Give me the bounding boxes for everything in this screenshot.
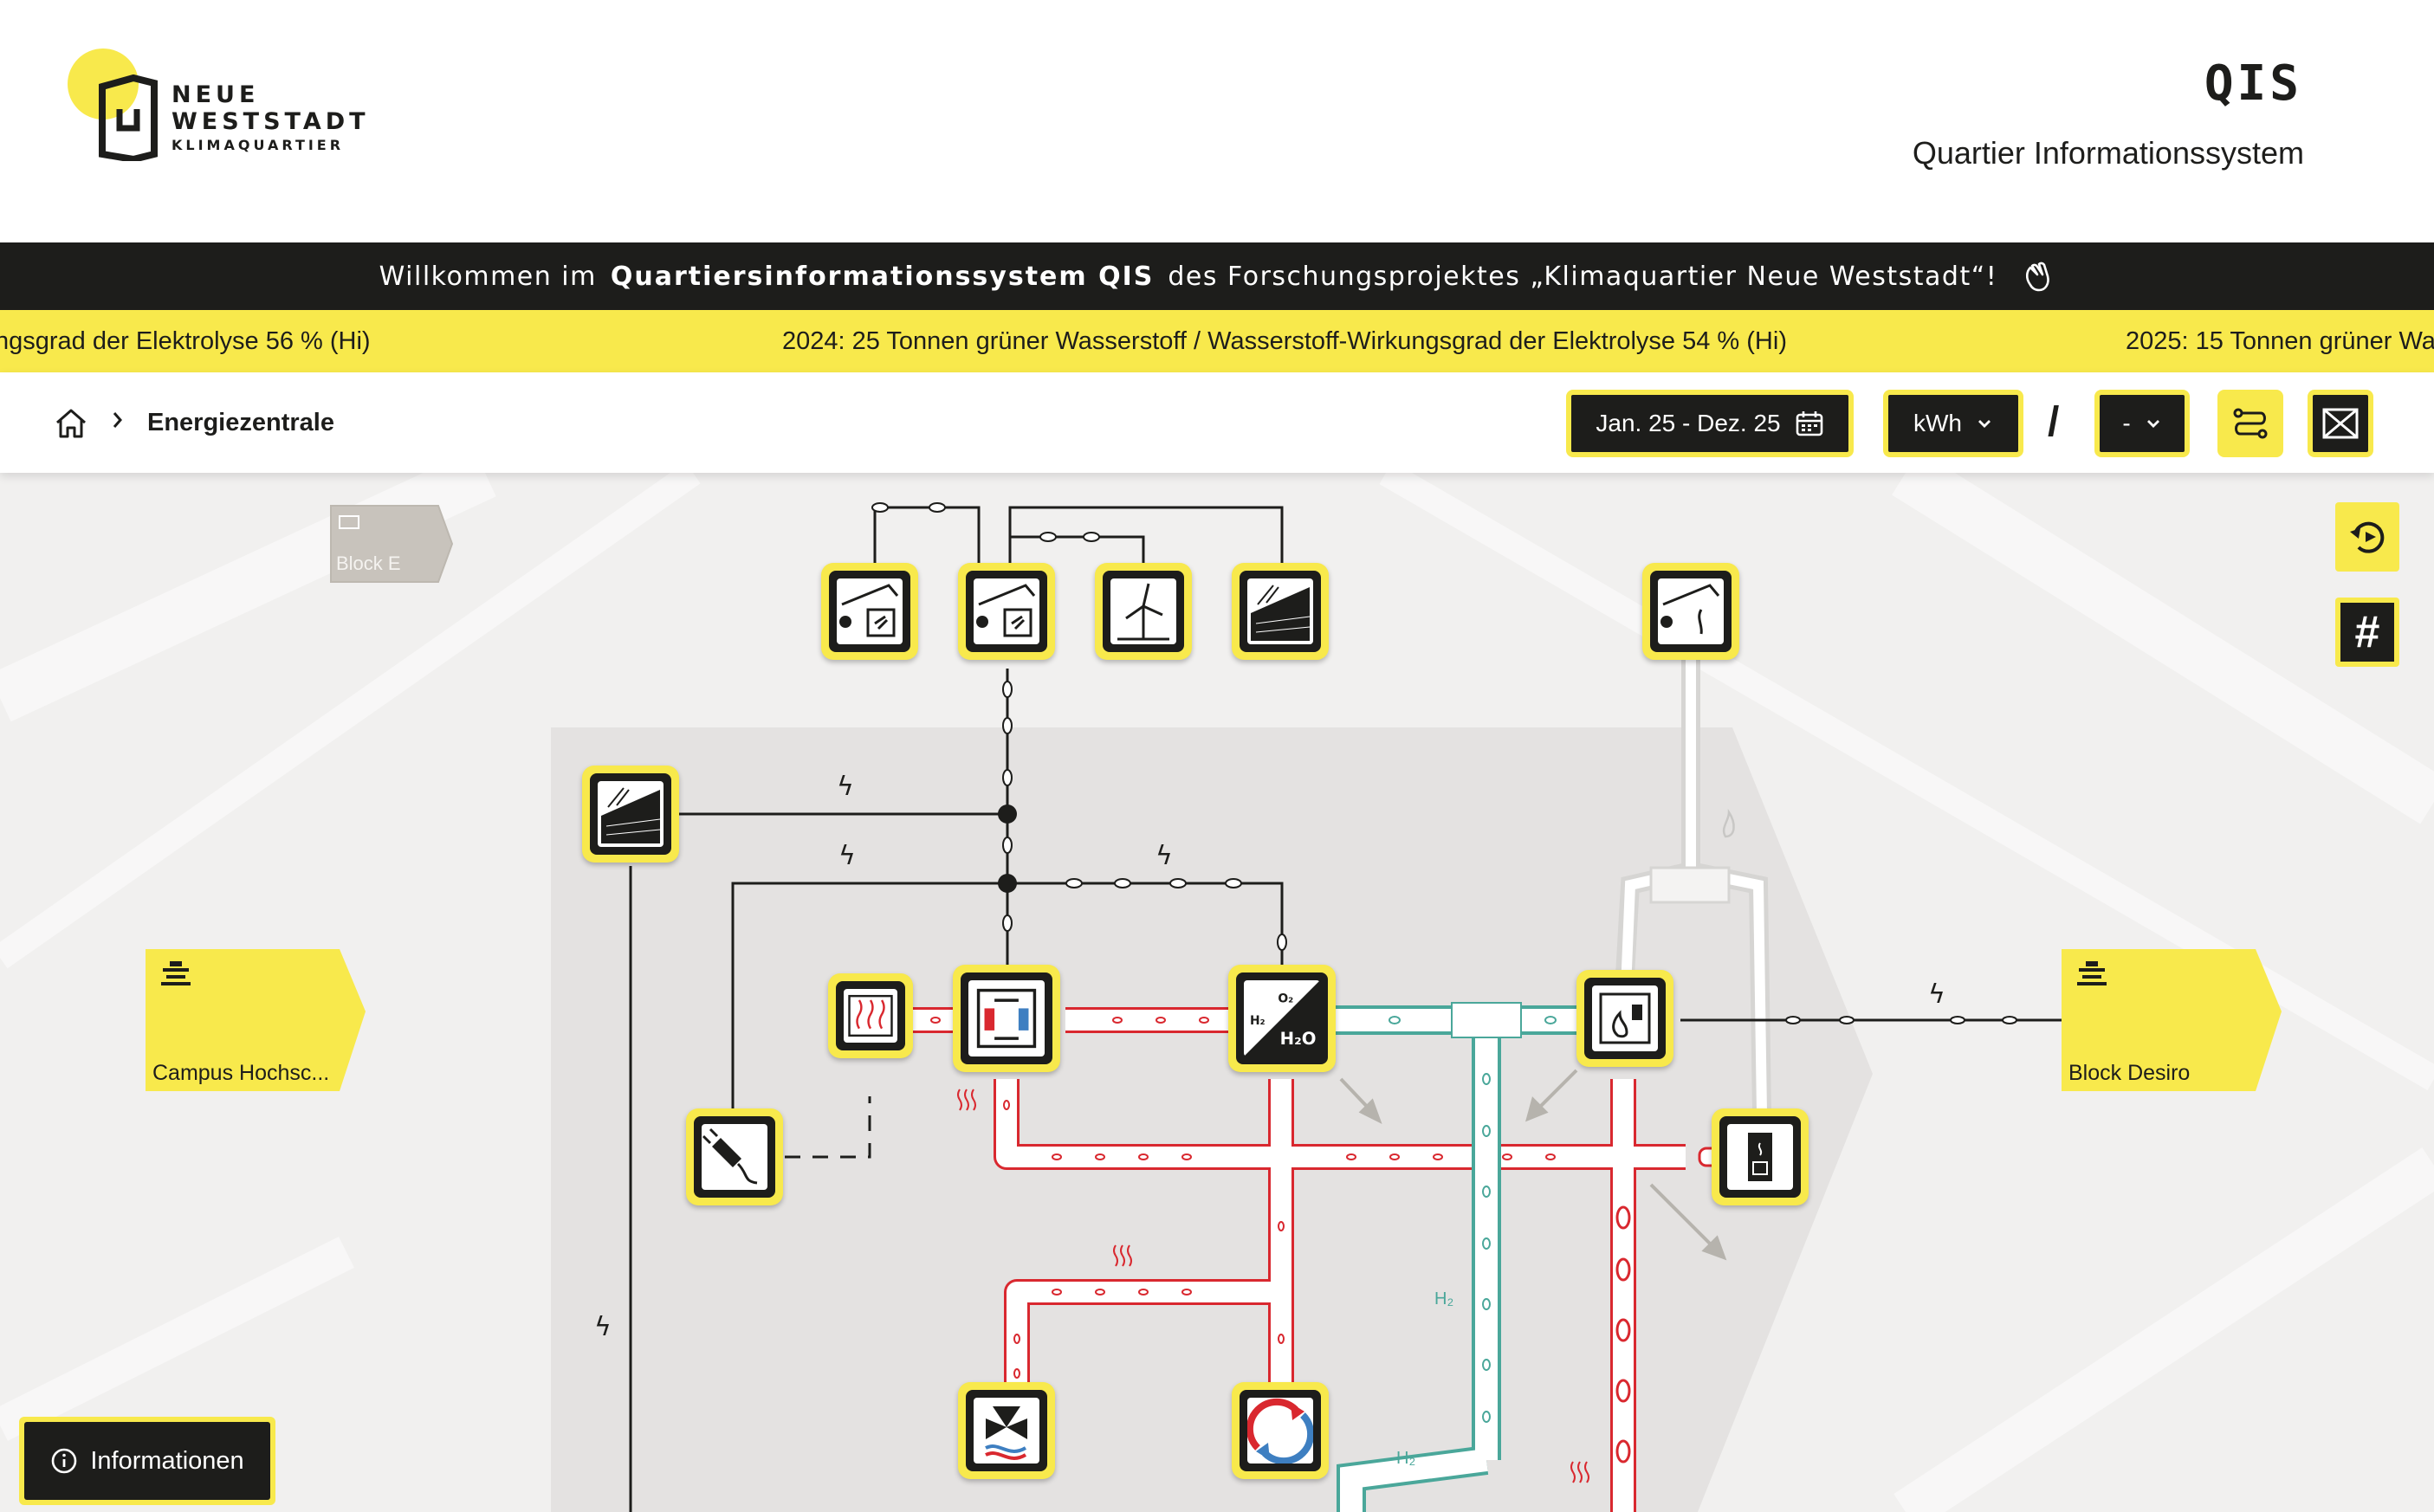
logo-wordmark: NEUE WESTSTADT KLIMAQUARTIER <box>172 81 370 156</box>
breadcrumb-current: Energiezentrale <box>147 409 334 436</box>
reset-view-button[interactable] <box>2335 502 2399 572</box>
logo-building-mark <box>99 74 158 161</box>
heat-exchange-arrows-icon <box>1247 1398 1313 1464</box>
ticker-item: 2024: 25 Tonnen grüner Wasserstoff / Was… <box>782 327 1787 355</box>
pv-charging-tile[interactable] <box>821 563 918 660</box>
svg-text:ϟ: ϟ <box>1156 841 1173 871</box>
neue-weststadt-logo[interactable]: NEUE WESTSTADT KLIMAQUARTIER <box>68 48 366 170</box>
solar-panel-tile[interactable] <box>1232 563 1329 660</box>
svg-text:H₂: H₂ <box>1250 1014 1266 1028</box>
chevron-right-icon <box>113 412 122 428</box>
hydrogen-tank-tile[interactable] <box>1712 1108 1809 1205</box>
reset-rotate-icon <box>2350 521 2385 553</box>
valve-icon <box>2322 408 2359 439</box>
route-icon <box>2233 408 2268 439</box>
svg-text:ϟ: ϟ <box>1928 979 1945 1010</box>
solar-panel-tile-2[interactable] <box>582 766 679 863</box>
solar-ev-charger-icon <box>1660 584 1720 635</box>
information-button-label: Informationen <box>90 1446 244 1475</box>
welcome-banner: Willkommen im Quartiersinformationssyste… <box>0 242 2434 310</box>
building-block-desiro[interactable]: Block Desiro <box>2060 947 2283 1095</box>
svg-text:ϟ: ϟ <box>838 841 856 871</box>
date-range-picker[interactable]: Jan. 25 - Dez. 25 <box>1566 390 1854 457</box>
solar-panel-icon <box>1251 585 1311 641</box>
pv-charging-tile-3[interactable] <box>1642 563 1739 660</box>
heat-pump-tile[interactable] <box>953 965 1060 1072</box>
wind-turbine-icon <box>1117 583 1169 641</box>
calendar-icon <box>1796 411 1822 436</box>
welcome-highlight: Quartiersinformationssystem QIS <box>610 261 1155 292</box>
solar-ev-charger-icon <box>839 584 899 637</box>
electrolyser-tile[interactable]: O₂ H₂ H₂O <box>1228 965 1336 1072</box>
welcome-suffix: des Forschungsprojektes „Klimaquartier N… <box>1168 261 1998 292</box>
building-block-e[interactable]: Block E <box>327 502 456 585</box>
svg-text:O₂: O₂ <box>1278 992 1293 1005</box>
building-label: Block E <box>336 552 401 574</box>
ticker-item: ngsgrad der Elektrolyse 56 % (Hi) <box>0 327 371 355</box>
logo-line-weststadt: WESTSTADT <box>172 108 370 135</box>
pv-charging-tile-2[interactable] <box>958 563 1055 660</box>
svg-text:ϟ: ϟ <box>837 772 854 802</box>
solar-panel-icon <box>601 787 661 843</box>
app-subtitle: Quartier Informationssystem <box>1912 135 2304 171</box>
grid-connection-tile[interactable] <box>686 1108 783 1205</box>
information-button[interactable]: Informationen <box>19 1417 275 1505</box>
ventilation-tile[interactable] <box>958 1382 1055 1479</box>
chevron-down-icon <box>1978 420 1991 428</box>
logo-line-klimaquartier: KLIMAQUARTIER <box>172 137 345 153</box>
building-label: Campus Hochsc... <box>152 1061 330 1085</box>
building-label: Block Desiro <box>2068 1061 2191 1085</box>
welcome-prefix: Willkommen im <box>379 261 597 292</box>
unit-select[interactable]: kWh <box>1883 390 2023 457</box>
secondary-unit-value: - <box>2122 410 2131 436</box>
heating-tile[interactable] <box>828 973 913 1058</box>
energy-flow-map: H₂ H₂ ϟ ϟ ϟ ϟ ϟ Block E Campus Hochsc... Blo… <box>0 473 2434 1512</box>
svg-text:H₂: H₂ <box>1396 1449 1415 1468</box>
secondary-unit-select[interactable]: - <box>2094 390 2190 457</box>
svg-text:H₂O: H₂O <box>1280 1029 1317 1049</box>
chp-tile[interactable] <box>1576 970 1673 1067</box>
date-range-label: Jan. 25 - Dez. 25 <box>1596 410 1781 436</box>
svg-text:ϟ: ϟ <box>594 1312 612 1342</box>
heat-radiator-icon <box>848 994 893 1037</box>
logo-line-neue: NEUE <box>172 81 260 108</box>
power-plug-icon <box>702 1128 758 1185</box>
info-icon <box>52 1448 77 1474</box>
chevron-down-icon <box>2146 420 2159 428</box>
waving-hand-icon <box>2026 262 2050 292</box>
hash-icon: # <box>2340 603 2394 662</box>
building-campus[interactable]: Campus Hochsc... <box>144 947 367 1095</box>
flow-view-toggle-button[interactable] <box>2217 390 2283 457</box>
heat-pump-icon <box>976 988 1037 1049</box>
fan-exchange-icon <box>985 1406 1027 1460</box>
heat-exchanger-tile[interactable] <box>1232 1382 1329 1479</box>
news-ticker: ngsgrad der Elektrolyse 56 % (Hi) 2024: … <box>0 310 2434 372</box>
chp-flame-plug-icon <box>1599 992 1651 1044</box>
solar-ev-charger-icon <box>976 584 1036 637</box>
unit-select-value: kWh <box>1913 410 1962 436</box>
home-icon[interactable] <box>54 407 88 440</box>
gas-boiler-icon <box>1748 1133 1772 1181</box>
ticker-item: 2025: 15 Tonnen grüner Wa <box>2126 327 2434 355</box>
wind-turbine-tile[interactable] <box>1095 563 1192 660</box>
unit-separator: / <box>2048 399 2060 445</box>
navigation-bar: Energiezentrale Jan. 25 - Dez. 25 kWh / … <box>0 372 2434 473</box>
svg-text:H₂: H₂ <box>1434 1289 1453 1308</box>
electrolysis-icon: O₂ H₂ H₂O <box>1244 980 1320 1056</box>
app-header: NEUE WESTSTADT KLIMAQUARTIER QIS Quartie… <box>0 0 2434 242</box>
grid-toggle-button[interactable]: # <box>2335 598 2399 667</box>
app-title: QIS <box>2204 55 2302 112</box>
valve-toggle-button[interactable] <box>2308 390 2373 457</box>
